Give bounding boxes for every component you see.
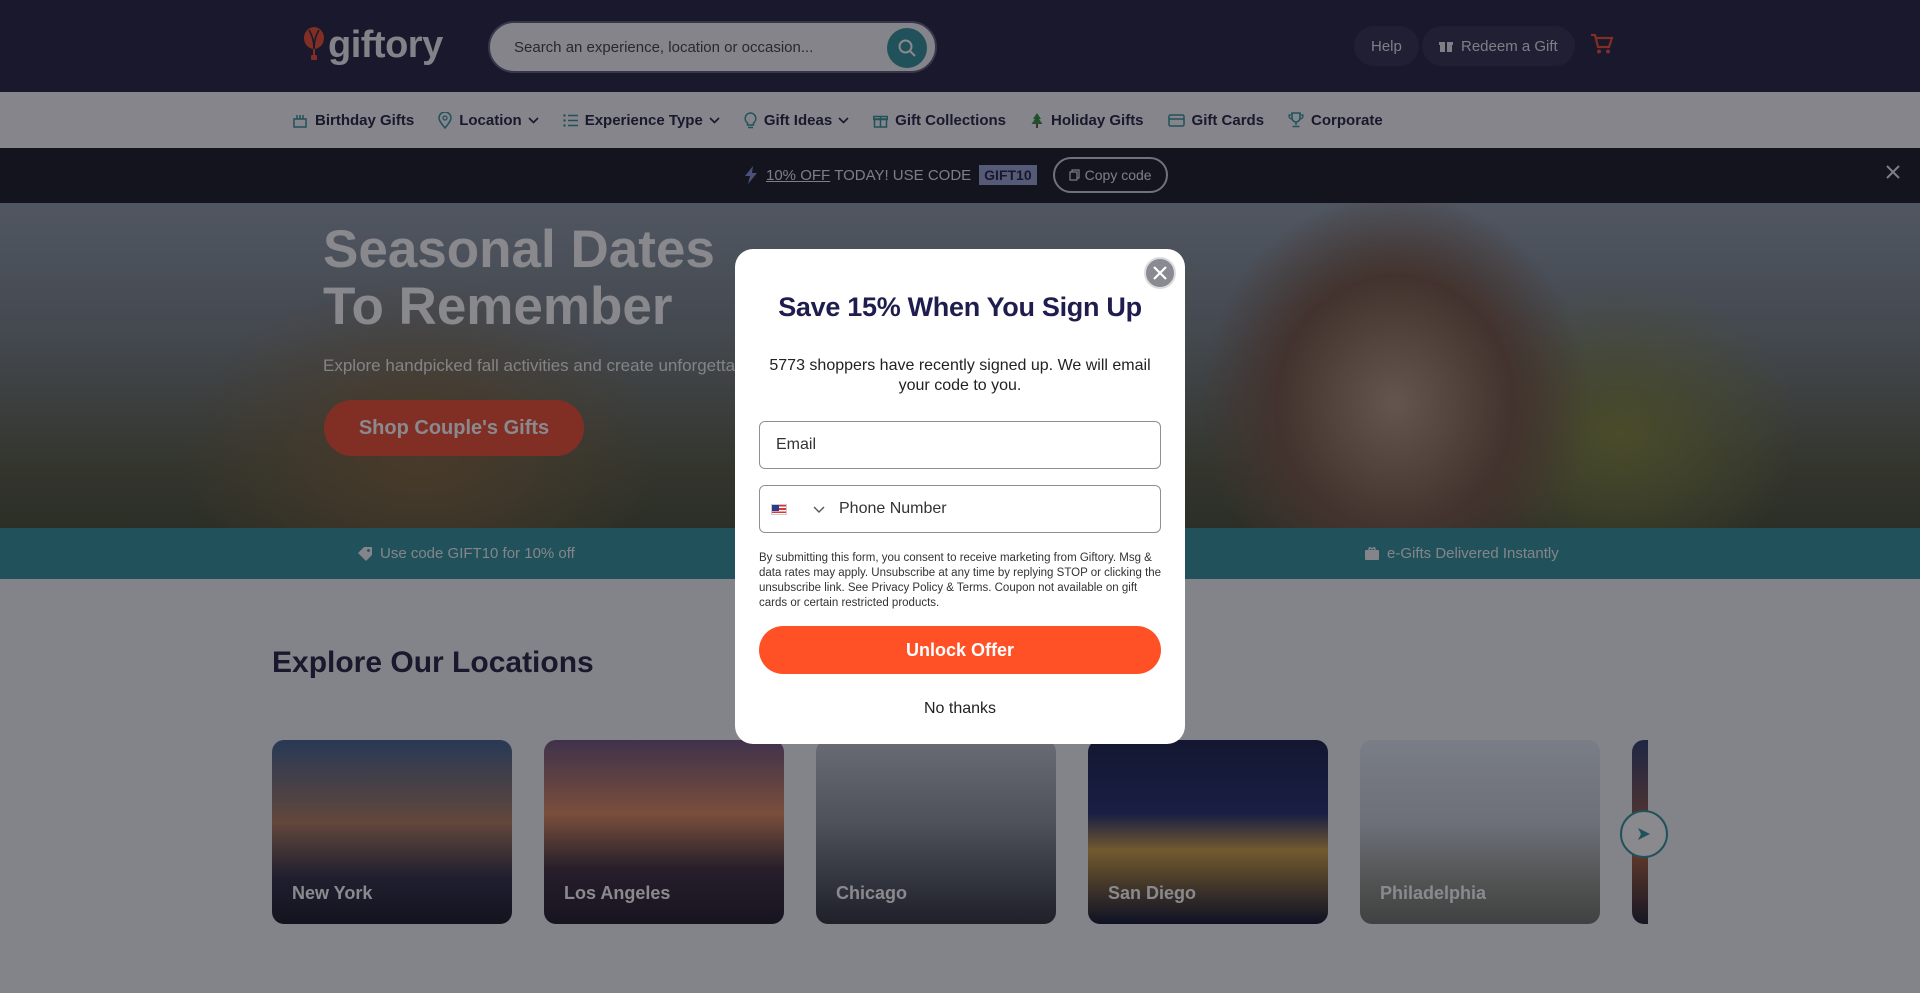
unlock-offer-label: Unlock Offer — [905, 639, 1015, 660]
email-field[interactable] — [776, 436, 1146, 454]
modal-subtitle: 5773 shoppers have recently signed up. W… — [769, 357, 1151, 394]
phone-field[interactable] — [839, 500, 1139, 518]
close-icon — [1153, 266, 1167, 280]
chevron-down-icon[interactable] — [813, 506, 825, 513]
signup-modal: Save 15% When You Sign Up 5773 shoppers … — [735, 249, 1185, 744]
phone-field-wrapper — [759, 485, 1161, 533]
email-field-wrapper — [759, 421, 1161, 469]
modal-close-button[interactable] — [1144, 257, 1176, 289]
modal-title: Save 15% When You Sign Up — [778, 292, 1142, 322]
legal-disclaimer: By submitting this form, you consent to … — [759, 552, 1162, 609]
unlock-offer-button[interactable]: Unlock Offer — [759, 626, 1161, 674]
us-flag-icon[interactable] — [771, 503, 787, 515]
no-thanks-link[interactable]: No thanks — [735, 700, 1185, 718]
